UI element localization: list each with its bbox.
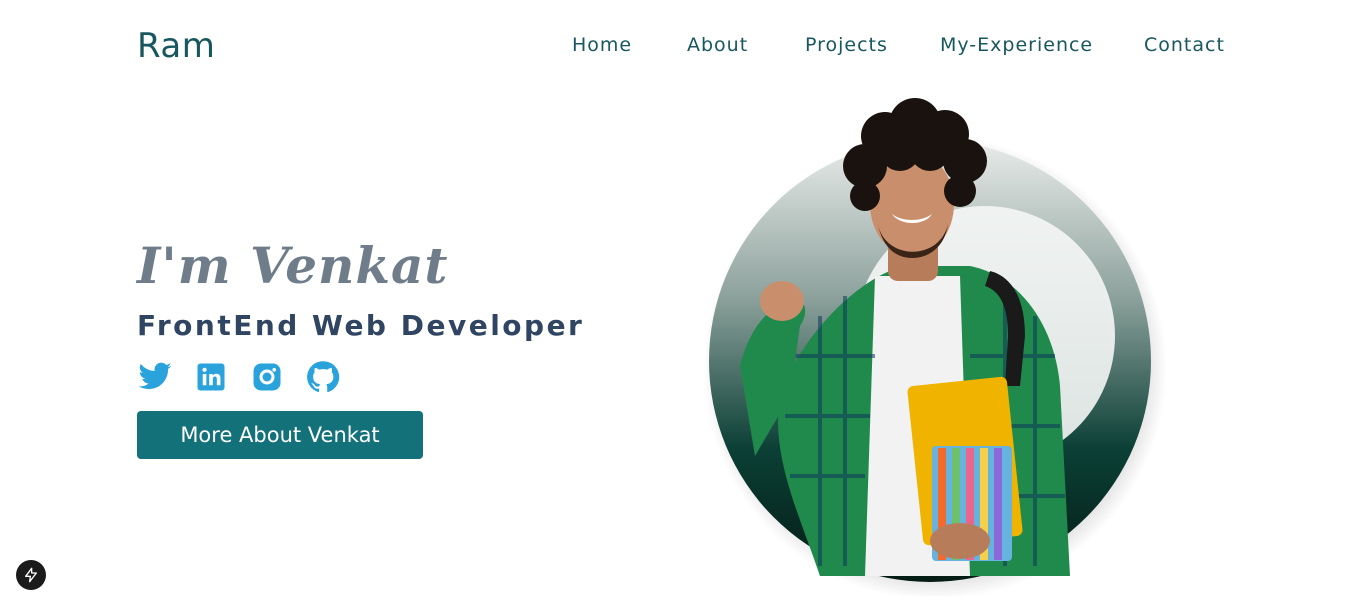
hero-name: I'm Venkat — [137, 236, 449, 295]
main-nav: Home About Projects My-Experience Contac… — [0, 34, 1366, 62]
hero-role: FrontEnd Web Developer — [137, 309, 585, 342]
linkedin-icon[interactable] — [193, 359, 229, 395]
github-icon[interactable] — [305, 359, 341, 395]
nav-item-home[interactable]: Home — [572, 34, 632, 56]
instagram-icon[interactable] — [249, 359, 285, 395]
nav-item-contact[interactable]: Contact — [1144, 34, 1225, 56]
profile-photo — [660, 96, 1190, 600]
nav-item-about[interactable]: About — [687, 34, 748, 56]
more-about-button[interactable]: More About Venkat — [137, 411, 423, 459]
lightning-icon[interactable] — [16, 560, 46, 590]
nav-item-my-experience[interactable]: My-Experience — [940, 34, 1093, 56]
nav-item-projects[interactable]: Projects — [805, 34, 888, 56]
twitter-icon[interactable] — [137, 359, 173, 395]
